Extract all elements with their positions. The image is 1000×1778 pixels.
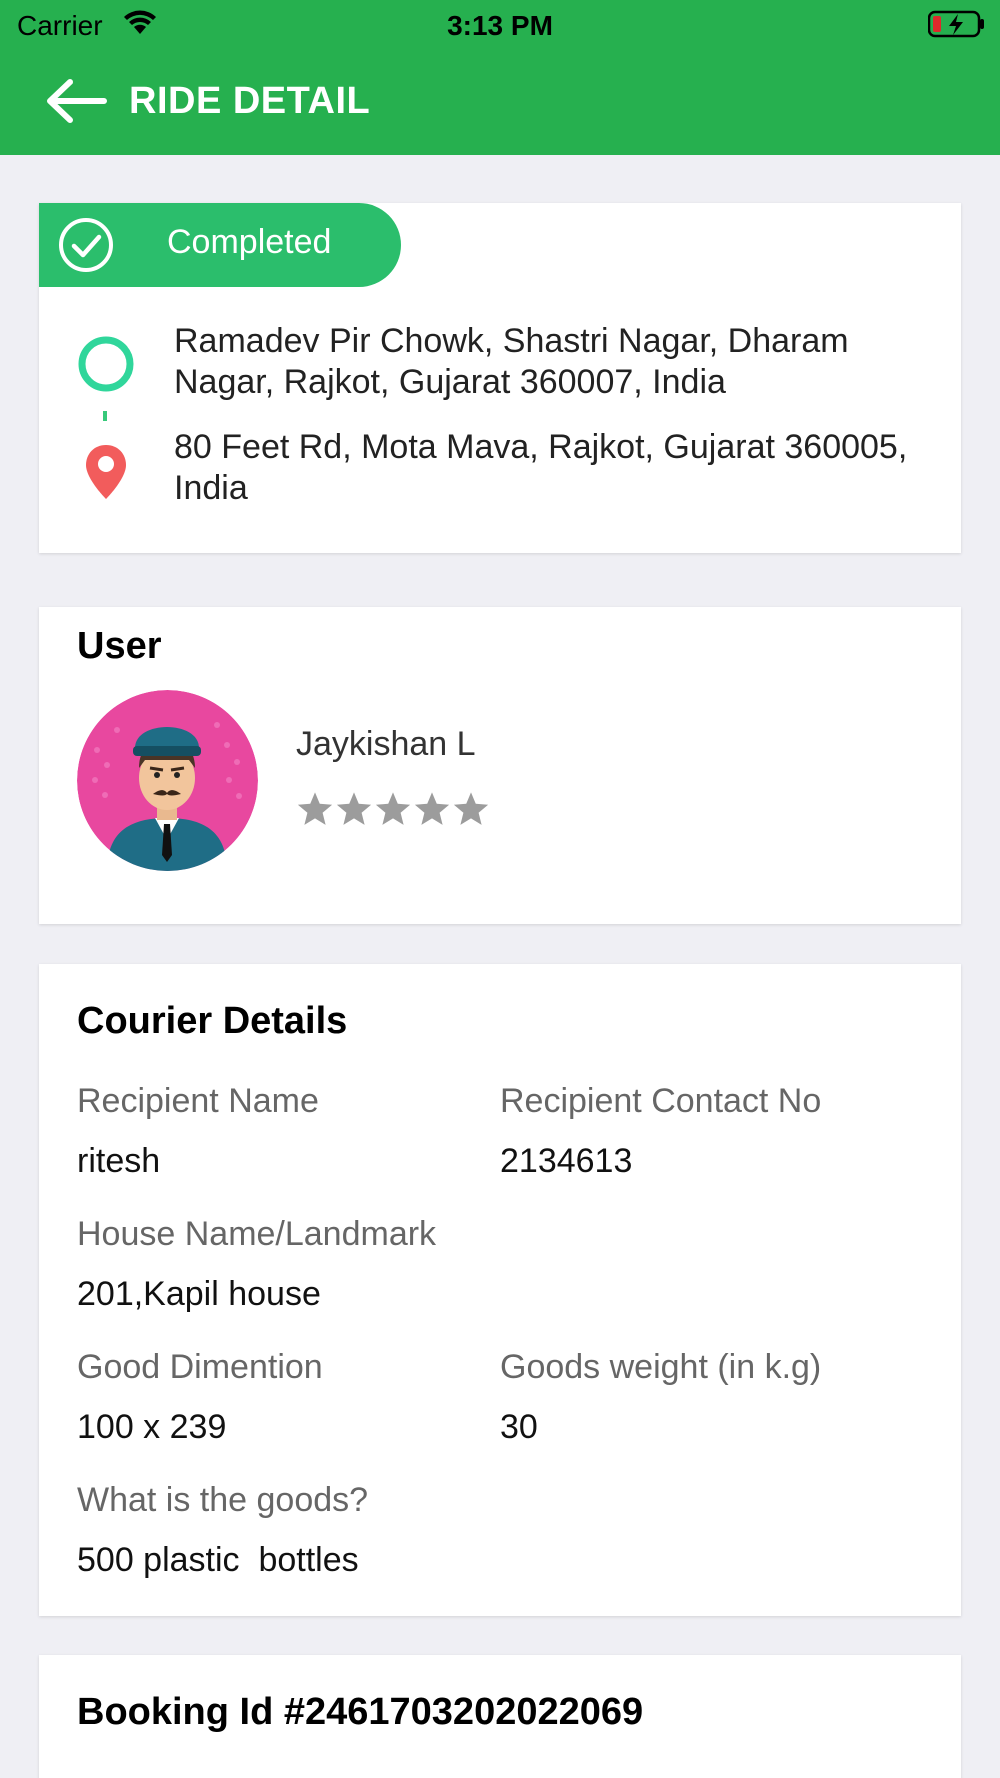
recipient-name-label: Recipient Name [77,1082,319,1120]
weight-label: Goods weight (in k.g) [500,1348,822,1386]
dimension-label: Good Dimention [77,1348,323,1386]
recipient-contact-value: 2134613 [500,1142,633,1180]
rating-stars [296,790,490,828]
star-icon [414,792,450,825]
user-section-title: User [77,625,162,667]
ride-route-card: Completed Ramadev Pir Chowk, Shastri Nag… [39,203,961,553]
pickup-address: Ramadev Pir Chowk, Shastri Nagar, Dharam… [174,322,849,401]
booking-id: Booking Id #2461703202022069 [77,1691,644,1733]
pickup-circle-icon [78,336,134,392]
weight-value: 30 [500,1408,538,1446]
page-title: RIDE DETAIL [129,80,371,122]
recipient-contact-label: Recipient Contact No [500,1082,822,1120]
star-icon [375,792,411,825]
star-icon [336,792,372,825]
star-icon [297,792,333,825]
battery-icon [928,10,984,38]
drop-address: 80 Feet Rd, Mota Mava, Rajkot, Gujarat 3… [174,428,908,507]
star-icon [453,792,489,825]
booking-card: Booking Id #2461703202022069 [39,1655,961,1778]
house-value: 201,Kapil house [77,1275,321,1313]
house-label: House Name/Landmark [77,1215,437,1253]
user-name: Jaykishan L [296,725,476,763]
user-card: User Jaykishan L [39,607,961,924]
map-pin-icon [86,445,126,499]
courier-details-card: Courier Details Recipient Name Recipient… [39,964,961,1616]
goods-value: 500 plastic bottles [77,1541,359,1579]
status-label: Completed [167,223,332,261]
check-circle-icon [59,218,113,272]
route-connector [103,411,107,421]
status-time: 3:13 PM [447,10,553,41]
app-header: Carrier 3:13 PM RIDE DETAIL [0,0,1000,155]
status-bar: Carrier 3:13 PM [0,0,1000,50]
goods-label: What is the goods? [77,1481,369,1519]
dimension-value: 100 x 239 [77,1408,227,1446]
avatar[interactable] [77,690,258,871]
recipient-name-value: ritesh [77,1142,161,1180]
courier-section-title: Courier Details [77,1000,348,1042]
status-badge: Completed [39,203,401,287]
arrow-left-icon[interactable] [44,78,108,124]
